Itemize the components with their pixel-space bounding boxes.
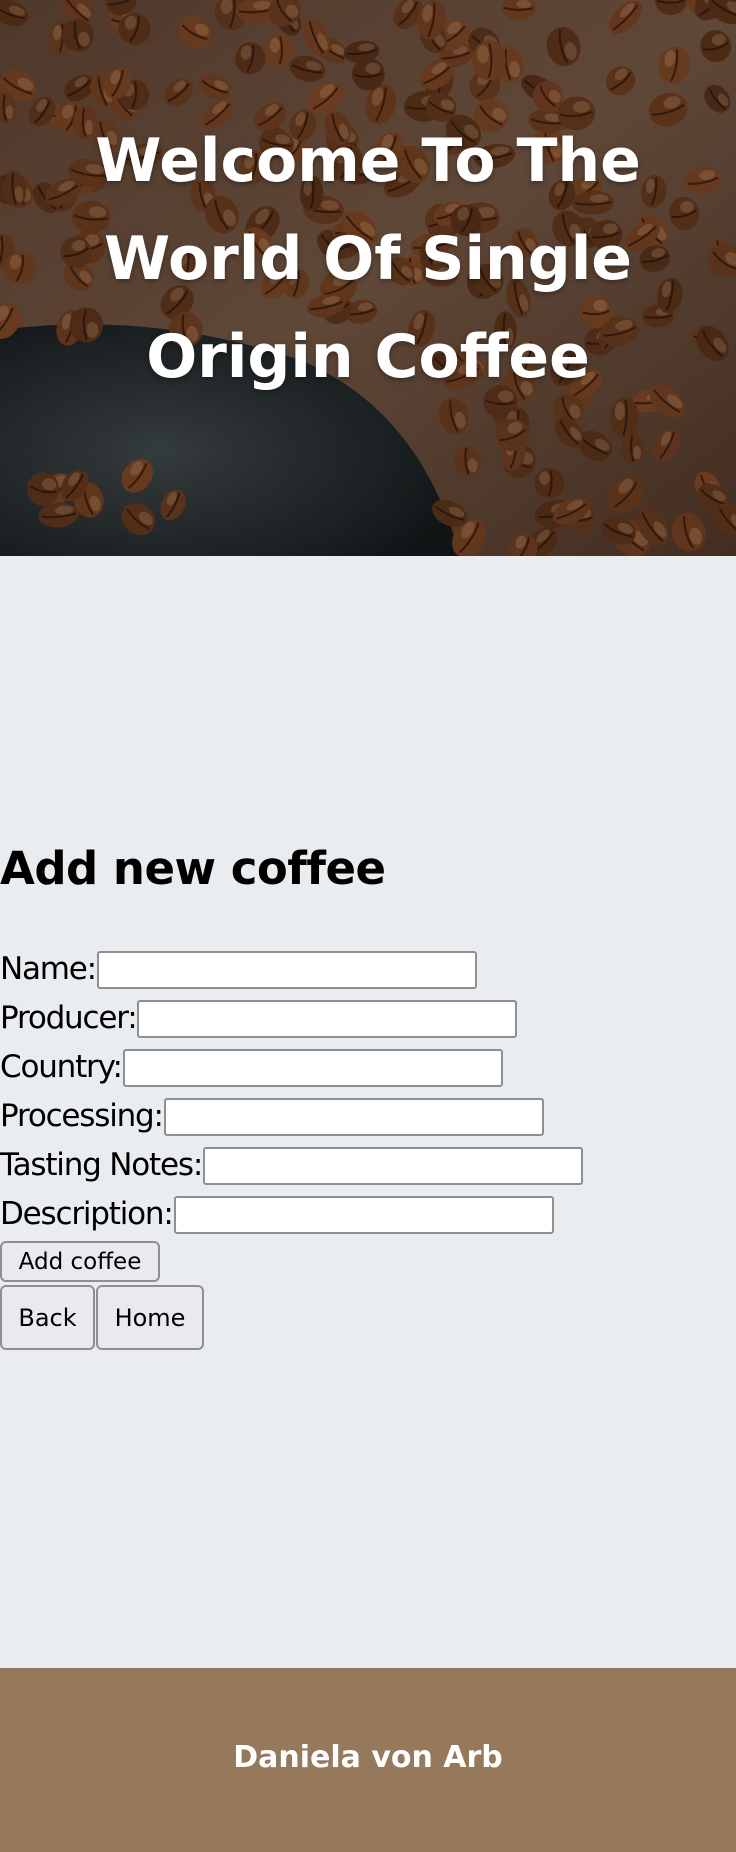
footer: Daniela von Arb bbox=[0, 1668, 736, 1852]
name-input[interactable] bbox=[96, 950, 477, 989]
form-heading: Add new coffee bbox=[0, 842, 386, 895]
description-input[interactable] bbox=[173, 1195, 554, 1234]
tasting-notes-row: Tasting Notes: bbox=[0, 1141, 584, 1190]
tasting-notes-label: Tasting Notes: bbox=[0, 1147, 203, 1183]
home-button[interactable]: Home bbox=[96, 1285, 204, 1350]
producer-row: Producer: bbox=[0, 994, 583, 1043]
add-coffee-button[interactable]: Add coffee bbox=[0, 1241, 160, 1282]
processing-input[interactable] bbox=[163, 1097, 544, 1136]
country-input[interactable] bbox=[122, 1048, 503, 1087]
description-row: Description: bbox=[0, 1190, 583, 1239]
processing-label: Processing: bbox=[0, 1098, 164, 1134]
back-button[interactable]: Back bbox=[0, 1285, 95, 1350]
description-label: Description: bbox=[0, 1196, 174, 1232]
add-coffee-form: Name: Producer: Country: Processing: Tas… bbox=[0, 945, 584, 1350]
nav-buttons: Back Home bbox=[0, 1285, 583, 1350]
country-row: Country: bbox=[0, 1043, 583, 1092]
main-content: Add new coffee Name: Producer: Country: … bbox=[0, 556, 736, 1668]
producer-label: Producer: bbox=[0, 1000, 138, 1036]
tasting-notes-input[interactable] bbox=[203, 1146, 584, 1185]
name-row: Name: bbox=[0, 945, 583, 994]
hero-title: Welcome To The World Of Single Origin Co… bbox=[95, 126, 641, 392]
hero-banner: Welcome To The World Of Single Origin Co… bbox=[0, 0, 736, 556]
producer-input[interactable] bbox=[137, 999, 518, 1038]
country-label: Country: bbox=[0, 1049, 123, 1085]
footer-author: Daniela von Arb bbox=[233, 1740, 503, 1775]
name-label: Name: bbox=[0, 951, 97, 987]
processing-row: Processing: bbox=[0, 1092, 583, 1141]
